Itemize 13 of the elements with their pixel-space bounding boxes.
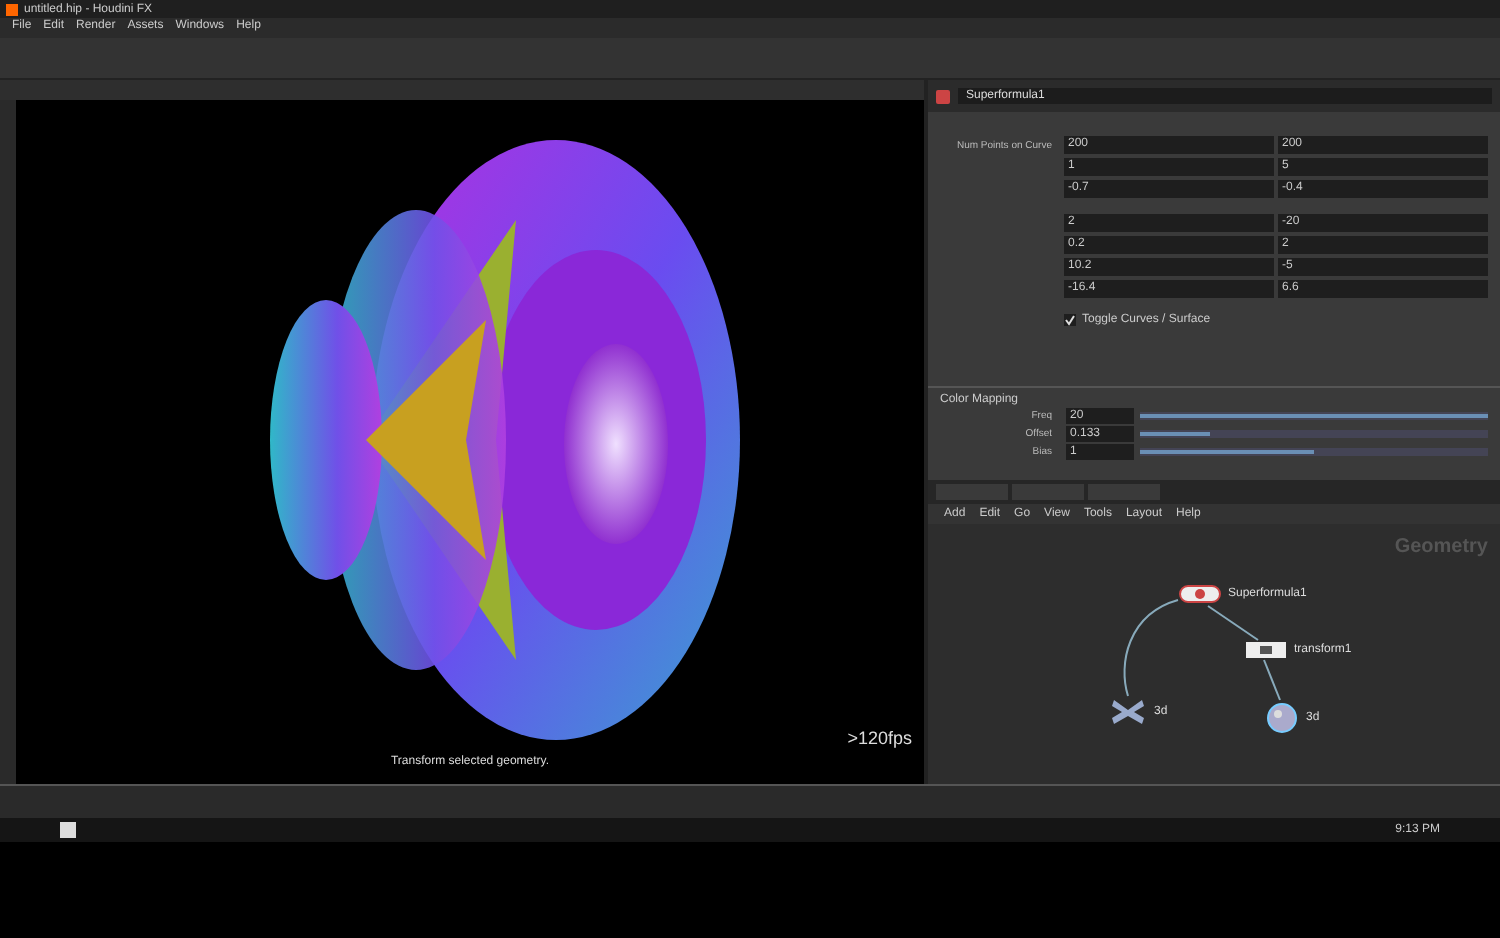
connector-wire	[1123, 599, 1179, 697]
connector-wire	[1207, 605, 1259, 641]
fps-readout: >120fps	[847, 728, 912, 748]
connector-wire	[1263, 659, 1281, 701]
checkbox[interactable]	[1064, 314, 1076, 326]
cross-node-icon	[1108, 696, 1148, 728]
start-icon[interactable]	[60, 822, 76, 838]
slider-track[interactable]	[1140, 448, 1488, 456]
node-icon	[1244, 640, 1288, 660]
node-icon	[1178, 584, 1222, 604]
sphere-node-icon	[1264, 700, 1300, 736]
app-logo-icon	[6, 3, 18, 15]
node-type-icon	[936, 89, 950, 103]
